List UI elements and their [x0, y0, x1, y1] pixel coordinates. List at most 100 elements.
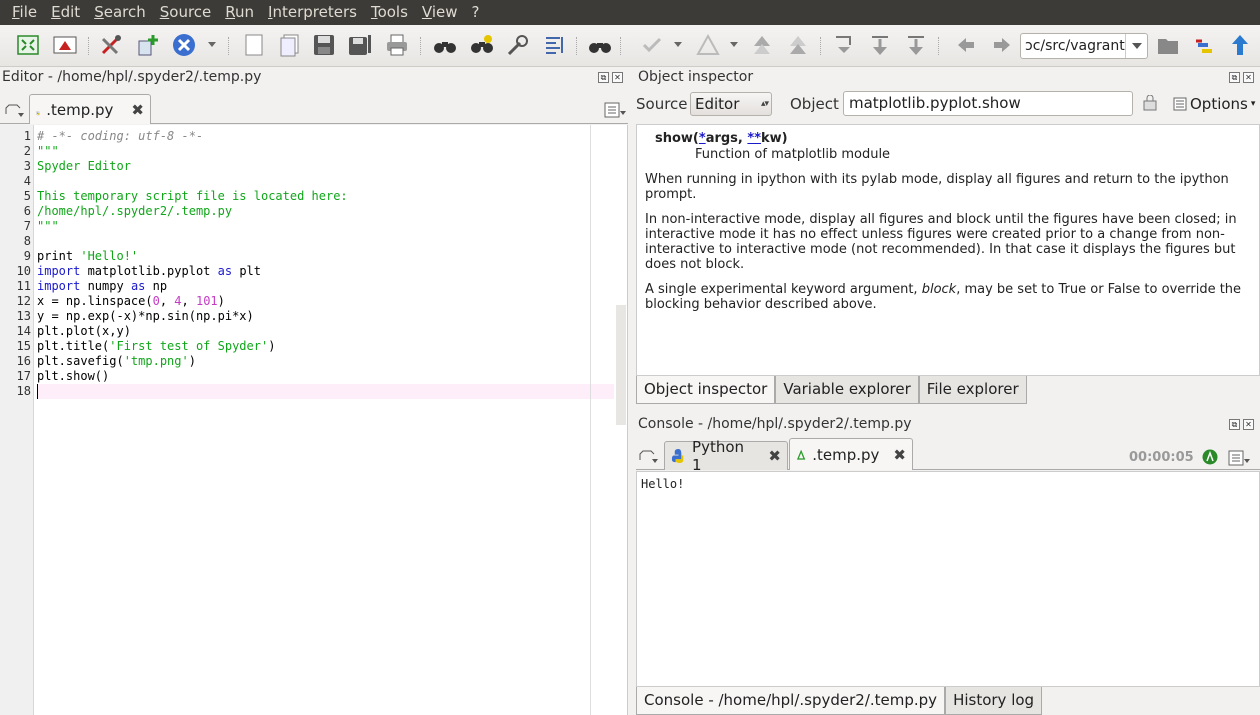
open-file-icon[interactable] [278, 33, 302, 57]
code-line: """ [37, 219, 614, 234]
python-path-icon[interactable] [1192, 33, 1216, 57]
replace-text-icon[interactable] [506, 33, 530, 57]
options-button[interactable]: Options ▾ [1173, 95, 1255, 113]
menu-interpreters[interactable]: Interpreters [261, 0, 364, 25]
doc-paragraph: When running in ipython with its pylab m… [645, 172, 1251, 202]
undock-icon[interactable]: ⧉ [1229, 72, 1240, 83]
new-file-icon[interactable] [242, 33, 266, 57]
chevron-down-icon[interactable] [730, 42, 738, 47]
options-label: Options [1190, 95, 1248, 113]
tab-variable-explorer[interactable]: Variable explorer [775, 376, 918, 404]
chevron-down-icon[interactable] [208, 42, 216, 47]
forward-arrow-icon[interactable] [990, 33, 1014, 57]
tab-file-explorer[interactable]: File explorer [919, 376, 1027, 404]
code-line: import numpy as np [37, 279, 614, 294]
current-code-line[interactable] [37, 384, 614, 399]
code-line: plt.savefig('tmp.png') [37, 354, 614, 369]
save-all-icon[interactable] [348, 33, 372, 57]
last-edit-icon[interactable] [832, 33, 856, 57]
close-icon[interactable]: ✕ [612, 72, 623, 83]
lock-icon[interactable] [1143, 95, 1157, 115]
menu-edit[interactable]: Edit [44, 0, 87, 25]
save-file-icon[interactable] [312, 33, 336, 57]
line-number: 5 [0, 189, 33, 204]
menu-help[interactable]: ? [465, 0, 487, 25]
console-output-text: Hello! [637, 472, 1259, 496]
menu-run[interactable]: Run [218, 0, 261, 25]
check-icon[interactable] [640, 33, 664, 57]
inspector-bottom-tabs: Object inspector Variable explorer File … [636, 376, 1027, 404]
close-tab-icon[interactable]: ✖ [131, 101, 144, 119]
parent-directory-icon[interactable] [1228, 33, 1252, 57]
line-number: 16 [0, 354, 33, 369]
editor-pane-title: Editor - /home/hpl/.spyder2/.temp.py [2, 69, 261, 85]
menu-tools[interactable]: Tools [364, 0, 415, 25]
undock-icon[interactable]: ⧉ [598, 72, 609, 83]
toolbar-separator [938, 37, 940, 55]
editor-tab[interactable]: .temp.py ✖ [29, 94, 151, 124]
run-script-icon [796, 447, 806, 463]
code-line: """ [37, 144, 614, 159]
close-pane-icon[interactable] [53, 33, 77, 57]
next-cursor-icon[interactable] [904, 33, 928, 57]
toolbar-separator [620, 37, 622, 55]
code-editor[interactable]: 123456789101112131415161718 # -*- coding… [0, 125, 628, 715]
next-warning-icon[interactable] [786, 33, 810, 57]
code-area[interactable]: # -*- coding: utf-8 -*- """ Spyder Edito… [37, 129, 614, 399]
close-tab-icon[interactable]: ✖ [893, 446, 906, 464]
python-tools-icon[interactable] [172, 33, 196, 57]
path-manager-icon[interactable] [136, 33, 160, 57]
menu-view[interactable]: View [415, 0, 465, 25]
chevron-down-icon[interactable] [674, 42, 682, 47]
menu-file[interactable]: File [5, 0, 44, 25]
previous-warning-icon[interactable] [750, 33, 774, 57]
kernel-status-icon[interactable] [1202, 449, 1218, 469]
warning-icon[interactable] [696, 33, 720, 57]
line-number: 9 [0, 249, 33, 264]
working-directory-combo[interactable]: ɔc/src/vagrant [1020, 33, 1148, 59]
toolbar-separator [420, 37, 422, 55]
object-inspector-controls: ⧉ ✕ [1229, 72, 1254, 83]
run-icon[interactable] [588, 33, 612, 57]
tab-console[interactable]: Console - /home/hpl/.spyder2/.temp.py [636, 687, 945, 715]
browse-folder-icon[interactable] [1156, 33, 1180, 57]
maximize-pane-icon[interactable] [16, 33, 40, 57]
source-select[interactable]: Editor [690, 92, 772, 116]
menu-search[interactable]: Search [87, 0, 153, 25]
console-tab-temp[interactable]: .temp.py ✖ [789, 438, 913, 470]
tab-object-inspector[interactable]: Object inspector [636, 376, 775, 404]
code-line [37, 174, 614, 189]
close-icon[interactable]: ✕ [1243, 72, 1254, 83]
working-directory-value[interactable]: ɔc/src/vagrant [1021, 38, 1125, 54]
pane-options-icon[interactable] [604, 102, 626, 122]
find-text-icon[interactable] [433, 33, 457, 57]
code-line: plt.show() [37, 369, 614, 384]
preferences-icon[interactable] [99, 33, 123, 57]
code-line: Spyder Editor [37, 159, 614, 174]
find-next-icon[interactable] [470, 33, 494, 57]
go-to-line-icon[interactable] [542, 33, 566, 57]
function-description: Function of matplotlib module [645, 147, 1251, 162]
previous-cursor-icon[interactable] [868, 33, 892, 57]
edge-line [590, 125, 591, 715]
code-line: import matplotlib.pyplot as plt [37, 264, 614, 279]
browse-tabs-icon[interactable] [638, 450, 658, 468]
menu-source[interactable]: Source [153, 0, 219, 25]
tab-history-log[interactable]: History log [945, 687, 1042, 715]
toolbar-separator [228, 37, 230, 55]
object-input[interactable]: matplotlib.pyplot.show [843, 91, 1133, 116]
browse-tabs-icon[interactable] [4, 104, 24, 122]
close-icon[interactable]: ✕ [1243, 419, 1254, 430]
back-arrow-icon[interactable] [954, 33, 978, 57]
elapsed-time: 00:00:05 [1129, 450, 1194, 465]
undock-icon[interactable]: ⧉ [1229, 419, 1240, 430]
doc-paragraph: In non-interactive mode, display all fig… [645, 212, 1251, 272]
chevron-down-icon[interactable] [1125, 34, 1147, 58]
object-inspector-title: Object inspector [638, 69, 753, 85]
pane-options-icon[interactable] [1228, 450, 1250, 470]
print-icon[interactable] [385, 33, 409, 57]
close-tab-icon[interactable]: ✖ [768, 447, 781, 465]
console-tab-python[interactable]: Python 1 ✖ [664, 441, 788, 470]
console-output[interactable]: Hello! [636, 471, 1260, 687]
editor-scrollbar[interactable] [616, 305, 626, 425]
